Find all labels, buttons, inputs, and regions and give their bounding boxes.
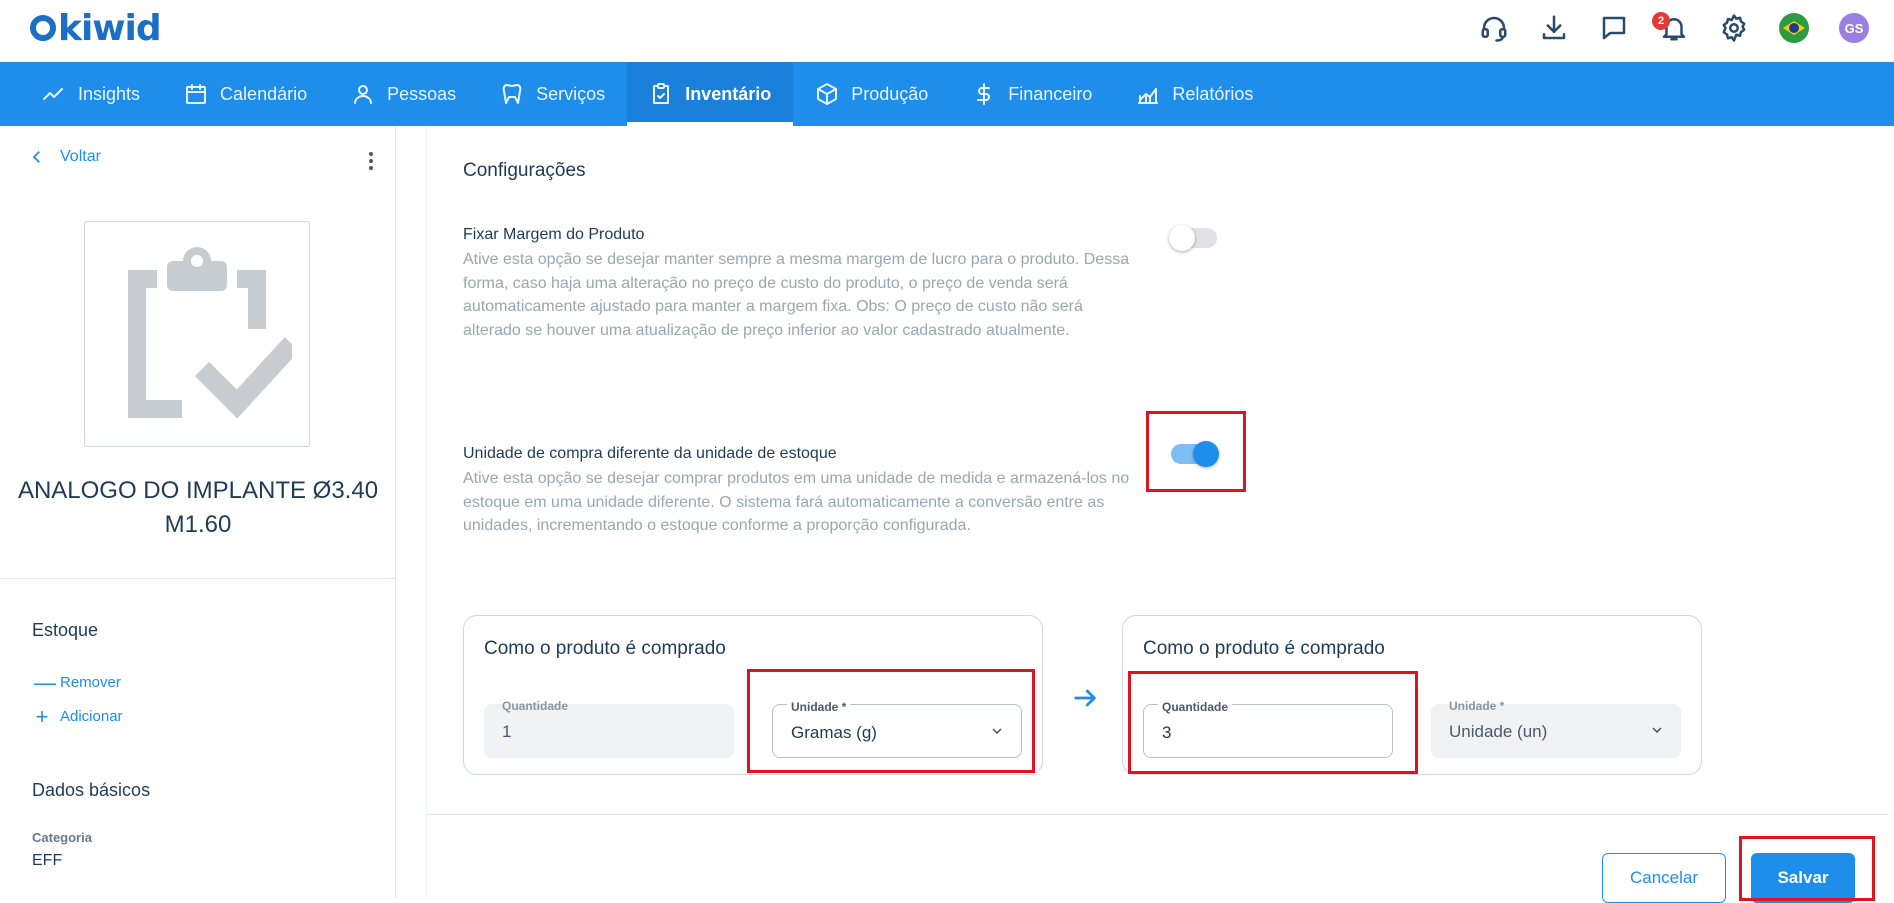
unit-select: Unidade * Unidade (un) — [1431, 699, 1681, 758]
arrow-right-icon — [1071, 684, 1099, 712]
fixed-margin-title: Fixar Margem do Produto — [463, 226, 645, 243]
section-title: Configurações — [463, 160, 586, 181]
nav-inventario[interactable]: Inventário — [627, 62, 794, 126]
nav-label: Financeiro — [1008, 83, 1093, 104]
more-options-icon[interactable] — [364, 152, 378, 172]
category-label: Categoria — [32, 830, 92, 845]
clipboard-check-placeholder-icon — [128, 247, 292, 419]
nav-label: Calendário — [220, 83, 308, 104]
nav-calendario[interactable]: Calendário — [162, 62, 329, 126]
fixed-margin-description: Ative esta opção se desejar manter sempr… — [463, 251, 1130, 339]
remove-stock-link[interactable]: — Remover — [34, 669, 121, 695]
fixed-margin-toggle[interactable] — [1169, 225, 1217, 251]
calendar-icon — [186, 84, 207, 104]
divider — [0, 578, 396, 579]
chart-icon — [1138, 88, 1159, 104]
kiwid-logo[interactable]: kiwid — [30, 7, 162, 49]
top-icons: 2 GS — [1476, 10, 1872, 46]
bell-icon[interactable]: 2 — [1652, 10, 1692, 46]
nav-label: Pessoas — [387, 83, 457, 104]
nav-servicos[interactable]: Serviços — [478, 62, 627, 126]
settings-panel: Configurações Fixar Margem do Produto At… — [426, 126, 1889, 903]
headset-icon[interactable] — [1476, 10, 1512, 46]
plus-icon: + — [35, 703, 49, 729]
quantity-label: Quantidade — [502, 699, 569, 713]
notification-badge: 2 — [1652, 12, 1670, 30]
chevron-left-icon — [32, 151, 40, 163]
add-label: Adicionar — [60, 708, 123, 725]
person-icon — [354, 85, 373, 104]
highlight-box — [1739, 836, 1875, 901]
nav-relatorios[interactable]: Relatórios — [1114, 62, 1275, 126]
footer-divider — [427, 814, 1889, 815]
dollar-icon — [977, 83, 991, 105]
unit-label: Unidade * — [1449, 699, 1505, 713]
highlight-box — [1146, 411, 1246, 492]
main-nav: Insights Calendário Pessoas Serviços Inv… — [0, 62, 1894, 126]
basic-data-title: Dados básicos — [32, 780, 151, 800]
nav-label: Relatórios — [1172, 83, 1254, 104]
logo-mark-icon — [30, 15, 56, 41]
card-title: Como o produto é comprado — [1143, 638, 1385, 659]
card-title: Como o produto é comprado — [484, 638, 726, 659]
product-image — [84, 221, 310, 447]
highlight-box — [747, 669, 1035, 773]
logo-text: kiwid — [58, 7, 162, 49]
nav-insights[interactable]: Insights — [20, 62, 162, 126]
avatar-initials: GS — [1839, 13, 1869, 43]
brazil-flag-icon[interactable] — [1776, 10, 1812, 46]
highlight-box — [1128, 671, 1418, 774]
remove-label: Remover — [60, 674, 121, 691]
nav-pessoas[interactable]: Pessoas — [329, 62, 478, 126]
stock-title: Estoque — [32, 620, 99, 640]
quantity-field: Quantidade 1 — [484, 699, 734, 758]
download-icon[interactable] — [1536, 10, 1572, 46]
cancel-button[interactable]: Cancelar — [1602, 853, 1726, 903]
quantity-value: 1 — [502, 722, 512, 741]
product-sidebar: Voltar ANALOGO DO IMPLANTE Ø3.40 M1.60 E… — [0, 126, 396, 898]
minus-icon: — — [34, 669, 56, 695]
purchase-unit-description: Ative esta opção se desejar comprar prod… — [463, 470, 1130, 534]
back-label: Voltar — [60, 148, 101, 165]
chevron-down-icon — [1649, 722, 1665, 738]
tooth-icon — [502, 84, 522, 104]
trend-icon — [43, 88, 63, 100]
category-value: EFF — [32, 852, 63, 869]
purchase-unit-title: Unidade de compra diferente da unidade d… — [463, 445, 837, 462]
nav-producao[interactable]: Produção — [793, 62, 950, 126]
nav-label: Insights — [78, 83, 141, 104]
chat-icon[interactable] — [1596, 10, 1632, 46]
nav-financeiro[interactable]: Financeiro — [950, 62, 1114, 126]
gear-icon[interactable] — [1716, 10, 1752, 46]
product-name: ANALOGO DO IMPLANTE Ø3.40 M1.60 — [17, 477, 379, 538]
top-bar: kiwid 2 GS — [0, 0, 1894, 62]
add-stock-link[interactable]: + Adicionar — [34, 703, 123, 729]
nav-label: Produção — [851, 83, 929, 104]
back-link[interactable]: Voltar — [28, 148, 101, 166]
nav-label: Serviços — [536, 83, 606, 104]
avatar[interactable]: GS — [1836, 10, 1872, 46]
box-icon — [817, 83, 838, 105]
unit-value: Unidade (un) — [1449, 722, 1548, 741]
nav-label: Inventário — [685, 83, 772, 104]
clipboard-check-icon — [653, 83, 670, 104]
